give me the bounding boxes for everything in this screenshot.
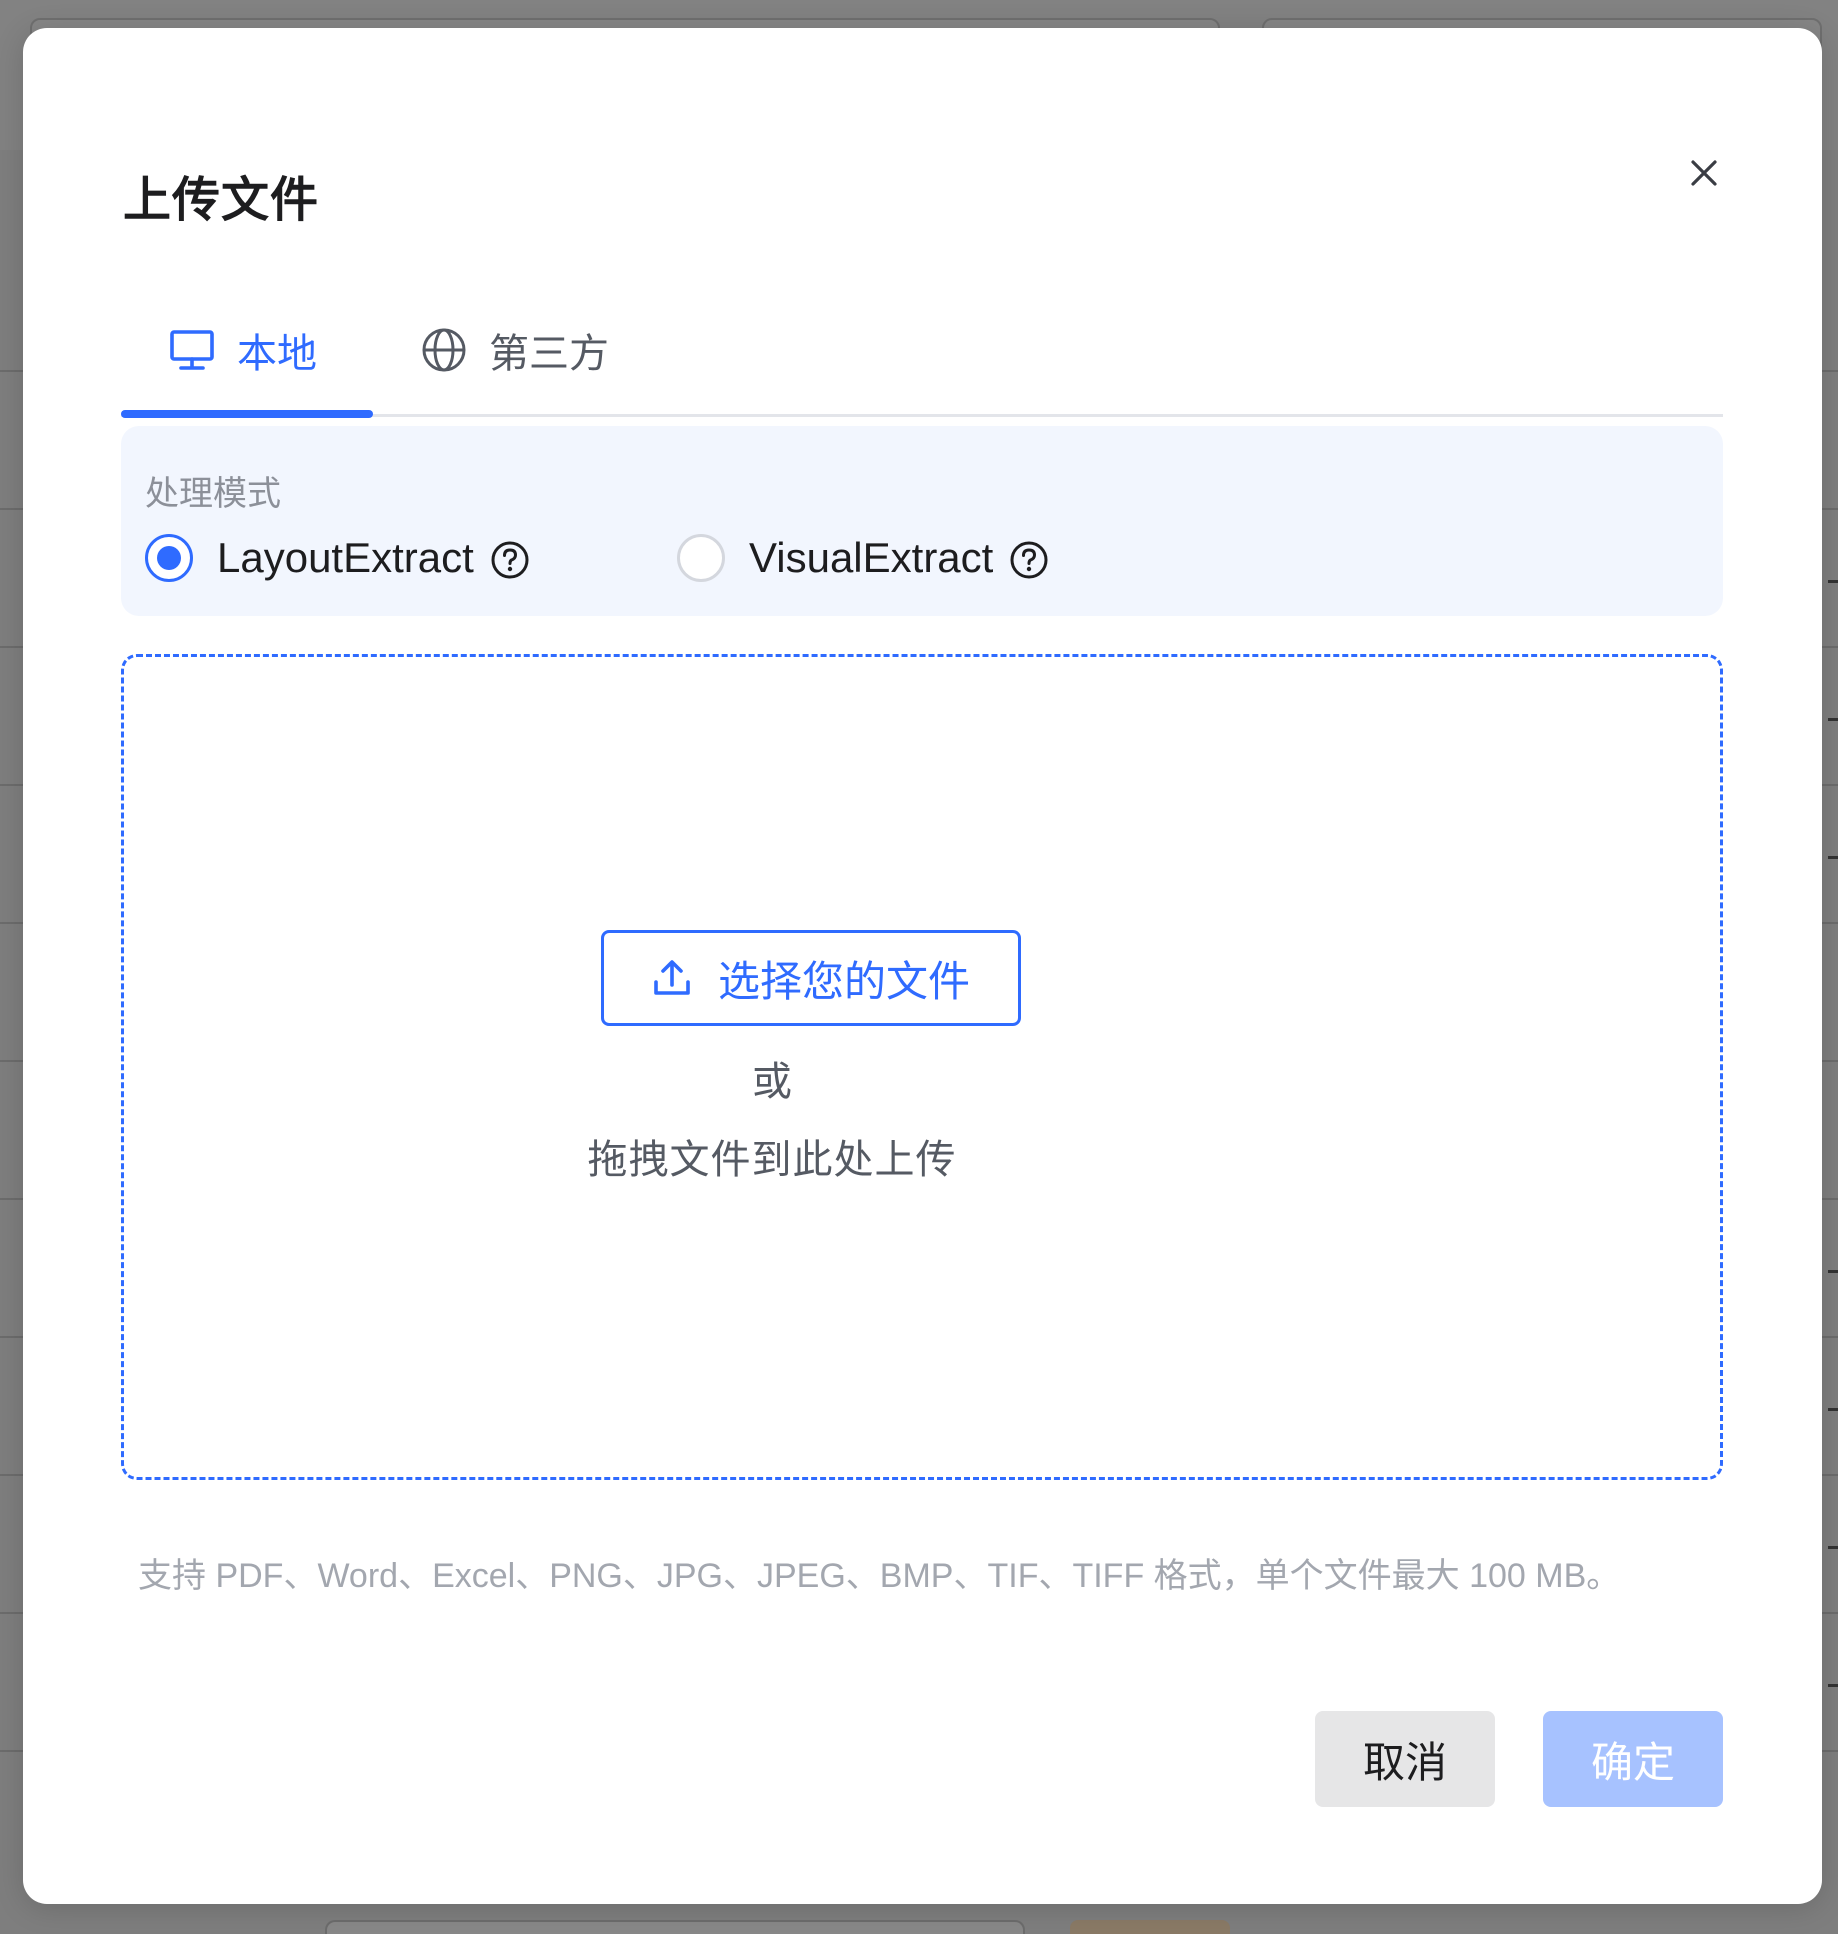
file-drop-zone[interactable]: 选择您的文件 或 拖拽文件到此处上传 bbox=[121, 654, 1723, 1480]
radio-button-checked[interactable] bbox=[145, 534, 193, 582]
tab-third-party-label: 第三方 bbox=[489, 332, 609, 376]
upload-dialog: 上传文件 本地 第三方 处理模式 LayoutExtract VisualExt… bbox=[23, 28, 1822, 1904]
backdrop-dash bbox=[1828, 718, 1838, 721]
active-tab-indicator bbox=[121, 410, 373, 418]
drag-hint-text: 拖拽文件到此处上传 bbox=[587, 1138, 957, 1182]
desktop-monitor-icon bbox=[169, 329, 215, 371]
dialog-title: 上传文件 bbox=[123, 174, 320, 227]
globe-icon bbox=[421, 327, 467, 373]
backdrop-dash bbox=[1828, 1270, 1838, 1273]
supported-formats-hint: 支持 PDF、Word、Excel、PNG、JPG、JPEG、BMP、TIF、T… bbox=[138, 1557, 1621, 1595]
or-text: 或 bbox=[752, 1060, 792, 1104]
tab-third-party[interactable]: 第三方 bbox=[421, 290, 609, 420]
radio-layout-extract-label: LayoutExtract bbox=[217, 534, 474, 581]
backdrop-dash bbox=[1828, 1546, 1838, 1549]
backdrop-dash bbox=[1828, 1684, 1838, 1687]
backdrop-input bbox=[325, 1920, 1025, 1934]
close-icon bbox=[1691, 160, 1717, 186]
radio-visual-extract[interactable]: VisualExtract bbox=[677, 534, 1049, 582]
close-button[interactable] bbox=[1674, 143, 1734, 203]
processing-mode-panel: 处理模式 LayoutExtract VisualExtract bbox=[121, 426, 1723, 616]
processing-mode-label: 处理模式 bbox=[145, 475, 281, 513]
choose-file-label: 选择您的文件 bbox=[717, 957, 970, 1005]
backdrop-dash bbox=[1828, 580, 1838, 583]
backdrop-dash bbox=[1828, 1408, 1838, 1411]
tab-local-label: 本地 bbox=[237, 332, 317, 376]
question-circle-icon[interactable] bbox=[490, 540, 530, 580]
choose-file-button[interactable]: 选择您的文件 bbox=[601, 930, 1021, 1026]
radio-layout-extract[interactable]: LayoutExtract bbox=[145, 534, 530, 582]
radio-button-unchecked[interactable] bbox=[677, 534, 725, 582]
backdrop-button bbox=[1070, 1920, 1230, 1934]
confirm-button[interactable]: 确定 bbox=[1543, 1711, 1723, 1807]
question-circle-icon[interactable] bbox=[1009, 540, 1049, 580]
backdrop-dash bbox=[1828, 856, 1838, 859]
cancel-button[interactable]: 取消 bbox=[1315, 1711, 1495, 1807]
upload-icon bbox=[652, 958, 692, 998]
radio-visual-extract-label: VisualExtract bbox=[749, 534, 994, 581]
source-tabs: 本地 第三方 bbox=[121, 290, 1723, 420]
tab-local[interactable]: 本地 bbox=[169, 290, 317, 420]
